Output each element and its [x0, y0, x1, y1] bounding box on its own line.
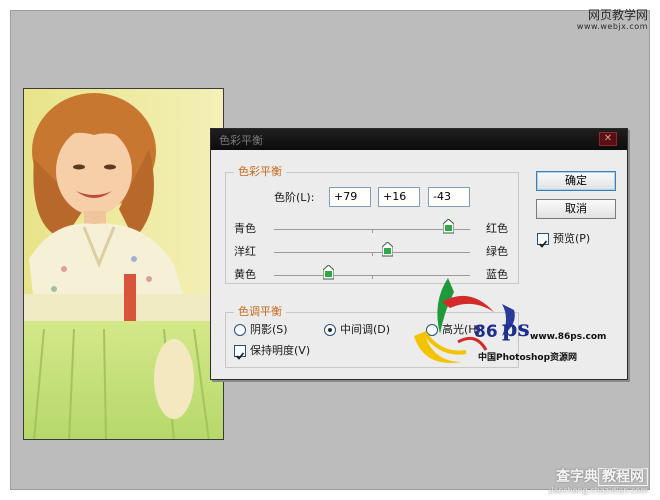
slider-magenta-label: 洋红: [234, 245, 256, 258]
logo-number: 86: [474, 322, 498, 342]
midtones-label: 中间调(D): [340, 323, 391, 336]
shadows-label: 阴影(S): [250, 323, 288, 336]
watermark-bottom-title: 查字典 教程网: [549, 468, 648, 486]
preserve-luminosity-label: 保持明度(V): [250, 344, 311, 357]
photo-canvas: [23, 88, 224, 440]
watermark-top-title: 网页教学网: [587, 8, 648, 22]
level-magenta-green-input[interactable]: +16: [378, 187, 420, 207]
check-icon: [235, 352, 245, 360]
close-icon: ✕: [603, 133, 613, 144]
level-yellow-blue-input[interactable]: -43: [428, 187, 470, 207]
dialog-title: 色彩平衡: [219, 134, 263, 147]
preserve-luminosity-checkbox[interactable]: [234, 345, 246, 360]
check-icon: [538, 240, 548, 248]
yellow-blue-slider-thumb[interactable]: [323, 265, 334, 280]
watermark-bottom: 查字典 教程网 jiaocheng.chazidian.com: [549, 468, 648, 495]
radio-selected-dot: [328, 328, 332, 332]
midtones-radio[interactable]: [324, 324, 336, 336]
color-balance-group: 色彩平衡 色阶(L): +79 +16 -43 青色 红色 洋红 绿色 黄色 蓝…: [225, 165, 519, 284]
cancel-button[interactable]: 取消: [536, 199, 616, 219]
slider-red-label: 红色: [486, 222, 508, 235]
yellow-blue-center-tick: [372, 276, 373, 279]
logo-url: www.86ps.com: [530, 332, 607, 342]
cyan-red-slider-thumb[interactable]: [443, 219, 454, 234]
levels-label: 色阶(L):: [274, 191, 315, 204]
watermark-bottom-title-a: 查字典: [556, 469, 598, 485]
color-balance-legend: 色彩平衡: [234, 165, 286, 179]
ok-button[interactable]: 确定: [536, 171, 616, 191]
magenta-green-center-tick: [372, 253, 373, 256]
preview-label: 预览(P): [553, 232, 591, 245]
logo-letters: ps: [502, 316, 530, 342]
dialog-titlebar[interactable]: 色彩平衡 ✕: [211, 129, 627, 150]
watermark-bottom-url: jiaocheng.chazidian.com: [548, 486, 648, 495]
logo-caption: 中国Photoshop资源网: [478, 353, 578, 363]
level-cyan-red-input[interactable]: +79: [329, 187, 371, 207]
watermark-bottom-title-b: 教程网: [598, 468, 648, 486]
photo-illustration: [24, 89, 223, 439]
tone-balance-legend: 色调平衡: [234, 305, 286, 319]
watermark-top: 网页教学网 www.webjx.com: [576, 8, 648, 32]
slider-yellow-label: 黄色: [234, 268, 256, 281]
preview-checkbox[interactable]: [537, 233, 549, 248]
slider-green-label: 绿色: [486, 245, 508, 258]
watermark-top-url: www.webjx.com: [576, 22, 648, 31]
slider-cyan-label: 青色: [234, 222, 256, 235]
close-button[interactable]: ✕: [599, 132, 617, 146]
magenta-green-slider-thumb[interactable]: [382, 242, 393, 257]
shadows-radio[interactable]: [234, 324, 246, 336]
cyan-red-center-tick: [372, 230, 373, 233]
